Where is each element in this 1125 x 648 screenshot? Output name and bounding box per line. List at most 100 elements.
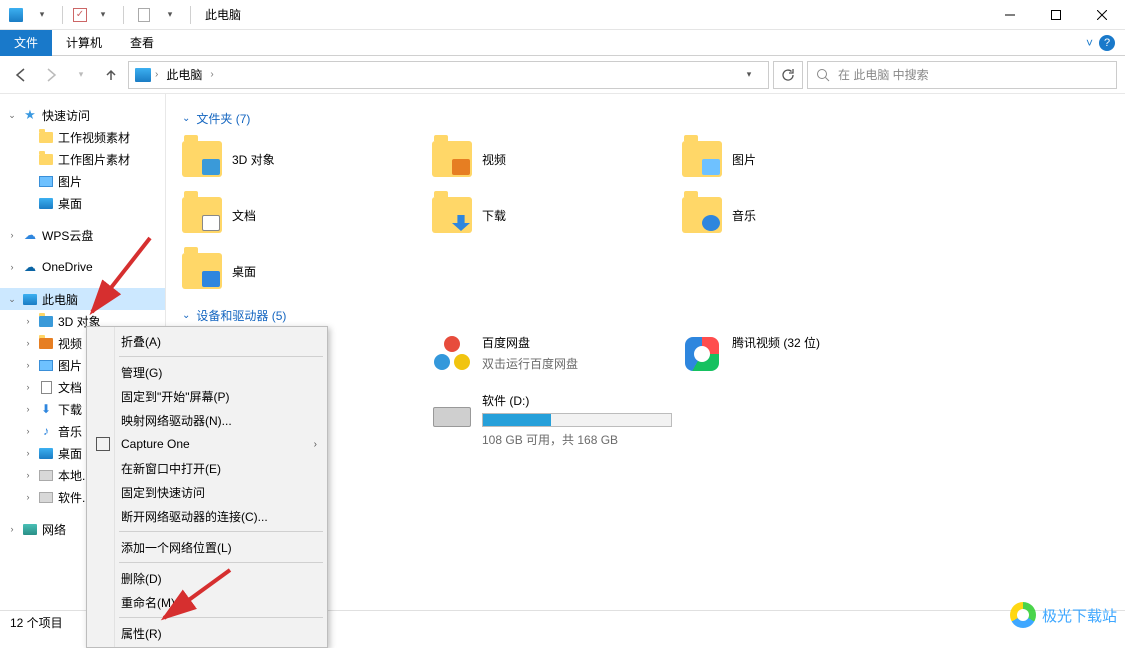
chevron-right-icon[interactable]: › — [22, 426, 34, 436]
tab-file[interactable]: 文件 — [0, 30, 52, 56]
picture-icon — [38, 357, 54, 373]
up-button[interactable] — [98, 62, 124, 88]
ctx-capture-one[interactable]: Capture One› — [89, 432, 325, 456]
back-button[interactable] — [8, 62, 34, 88]
search-input[interactable]: 在 此电脑 中搜索 — [807, 61, 1117, 89]
ctx-delete[interactable]: 删除(D) — [89, 566, 325, 590]
chevron-right-icon[interactable]: › — [22, 404, 34, 414]
ctx-rename[interactable]: 重命名(M) — [89, 590, 325, 614]
tree-quick-access[interactable]: ⌄★快速访问 — [0, 104, 165, 126]
tab-computer[interactable]: 计算机 — [52, 30, 116, 56]
maximize-button[interactable] — [1033, 0, 1079, 30]
refresh-button[interactable] — [773, 61, 803, 89]
folder-icon — [38, 129, 54, 145]
baidu-icon — [432, 334, 472, 374]
ctx-map-drive[interactable]: 映射网络驱动器(N)... — [89, 408, 325, 432]
address-bar[interactable]: › 此电脑 › ▾ — [128, 61, 769, 89]
search-placeholder: 在 此电脑 中搜索 — [838, 66, 929, 83]
chevron-right-icon[interactable]: › — [22, 448, 34, 458]
folder-documents[interactable]: 文档 — [182, 193, 432, 237]
chevron-down-icon[interactable]: ⌄ — [182, 113, 190, 124]
chevron-right-icon[interactable]: › — [22, 492, 34, 502]
ctx-pin-start[interactable]: 固定到"开始"屏幕(P) — [89, 384, 325, 408]
close-button[interactable] — [1079, 0, 1125, 30]
ctx-manage[interactable]: 管理(G) — [89, 360, 325, 384]
minimize-button[interactable] — [987, 0, 1033, 30]
divider — [190, 6, 191, 24]
checkbox-icon[interactable]: ✓ — [73, 8, 87, 22]
tencent-icon — [682, 334, 722, 374]
folder-icon — [682, 141, 722, 177]
folder-pictures[interactable]: 图片 — [682, 137, 932, 181]
chevron-right-icon[interactable]: › — [22, 382, 34, 392]
drive-baidu[interactable]: 百度网盘双击运行百度网盘 — [432, 334, 682, 374]
group-folders[interactable]: ⌄文件夹 (7) — [182, 110, 1109, 127]
context-menu: 折叠(A) 管理(G) 固定到"开始"屏幕(P) 映射网络驱动器(N)... C… — [86, 326, 328, 648]
chevron-right-icon[interactable]: › — [210, 69, 213, 80]
tree-item[interactable]: 图片 — [0, 170, 165, 192]
cloud-icon: ☁ — [22, 227, 38, 243]
video-icon — [38, 335, 54, 351]
chevron-right-icon[interactable]: › — [22, 316, 34, 326]
drive-tencent[interactable]: 腾讯视频 (32 位) — [682, 334, 932, 374]
chevron-right-icon[interactable]: › — [155, 69, 158, 80]
ribbon-expand-icon[interactable]: ˅ — [1086, 36, 1093, 50]
pc-icon — [22, 291, 38, 307]
chevron-down-icon[interactable]: ⌄ — [6, 294, 18, 305]
folder-icon — [432, 141, 472, 177]
app-icon — [95, 436, 111, 452]
forward-button[interactable] — [38, 62, 64, 88]
ctx-collapse[interactable]: 折叠(A) — [89, 329, 325, 353]
doc-icon — [134, 5, 154, 25]
folder-downloads[interactable]: 下载 — [432, 193, 682, 237]
qat-dropdown-icon[interactable]: ▾ — [160, 5, 180, 25]
ctx-new-window[interactable]: 在新窗口中打开(E) — [89, 456, 325, 480]
group-drives[interactable]: ⌄设备和驱动器 (5) — [182, 307, 1109, 324]
tree-wps[interactable]: ›☁WPS云盘 — [0, 224, 165, 246]
chevron-down-icon[interactable]: ⌄ — [182, 310, 190, 321]
tree-item[interactable]: 桌面 — [0, 192, 165, 214]
window-title: 此电脑 — [205, 6, 241, 23]
watermark: 极光下载站 — [1010, 602, 1117, 628]
drive-d[interactable]: 软件 (D:)108 GB 可用，共 168 GB — [432, 392, 682, 448]
qat-dropdown-icon[interactable]: ▾ — [93, 5, 113, 25]
folder-videos[interactable]: 视频 — [432, 137, 682, 181]
network-icon — [22, 521, 38, 537]
ctx-pin-quick[interactable]: 固定到快速访问 — [89, 480, 325, 504]
ctx-disconnect[interactable]: 断开网络驱动器的连接(C)... — [89, 504, 325, 528]
chevron-right-icon: › — [314, 439, 317, 450]
folder-music[interactable]: 音乐 — [682, 193, 932, 237]
star-icon: ★ — [22, 107, 38, 123]
folder-3d[interactable]: 3D 对象 — [182, 137, 432, 181]
folder-icon — [38, 313, 54, 329]
tab-view[interactable]: 查看 — [116, 30, 168, 56]
breadcrumb[interactable]: 此电脑 — [162, 66, 206, 83]
chevron-right-icon[interactable]: › — [6, 262, 18, 272]
folder-icon — [38, 151, 54, 167]
drive-icon — [38, 489, 54, 505]
qat-dropdown-icon[interactable]: ▾ — [32, 5, 52, 25]
folder-icon — [182, 141, 222, 177]
recent-dropdown-icon[interactable]: ▾ — [68, 62, 94, 88]
chevron-right-icon[interactable]: › — [6, 524, 18, 534]
tree-item[interactable]: 工作图片素材 — [0, 148, 165, 170]
drive-icon — [432, 392, 472, 432]
tree-item[interactable]: 工作视频素材 — [0, 126, 165, 148]
folder-icon — [682, 197, 722, 233]
chevron-right-icon[interactable]: › — [22, 360, 34, 370]
folder-desktop[interactable]: 桌面 — [182, 249, 432, 293]
help-icon[interactable]: ? — [1099, 35, 1115, 51]
chevron-down-icon[interactable]: ⌄ — [6, 110, 18, 121]
tree-this-pc[interactable]: ⌄此电脑 — [0, 288, 165, 310]
chevron-right-icon[interactable]: › — [22, 338, 34, 348]
pc-icon — [135, 68, 151, 82]
chevron-right-icon[interactable]: › — [22, 470, 34, 480]
desktop-icon — [38, 195, 54, 211]
chevron-right-icon[interactable]: › — [6, 230, 18, 240]
ctx-properties[interactable]: 属性(R) — [89, 621, 325, 645]
folder-icon — [432, 197, 472, 233]
music-icon: ♪ — [38, 423, 54, 439]
tree-onedrive[interactable]: ›☁OneDrive — [0, 256, 165, 278]
addr-dropdown-icon[interactable]: ▾ — [736, 62, 762, 88]
ctx-add-net[interactable]: 添加一个网络位置(L) — [89, 535, 325, 559]
